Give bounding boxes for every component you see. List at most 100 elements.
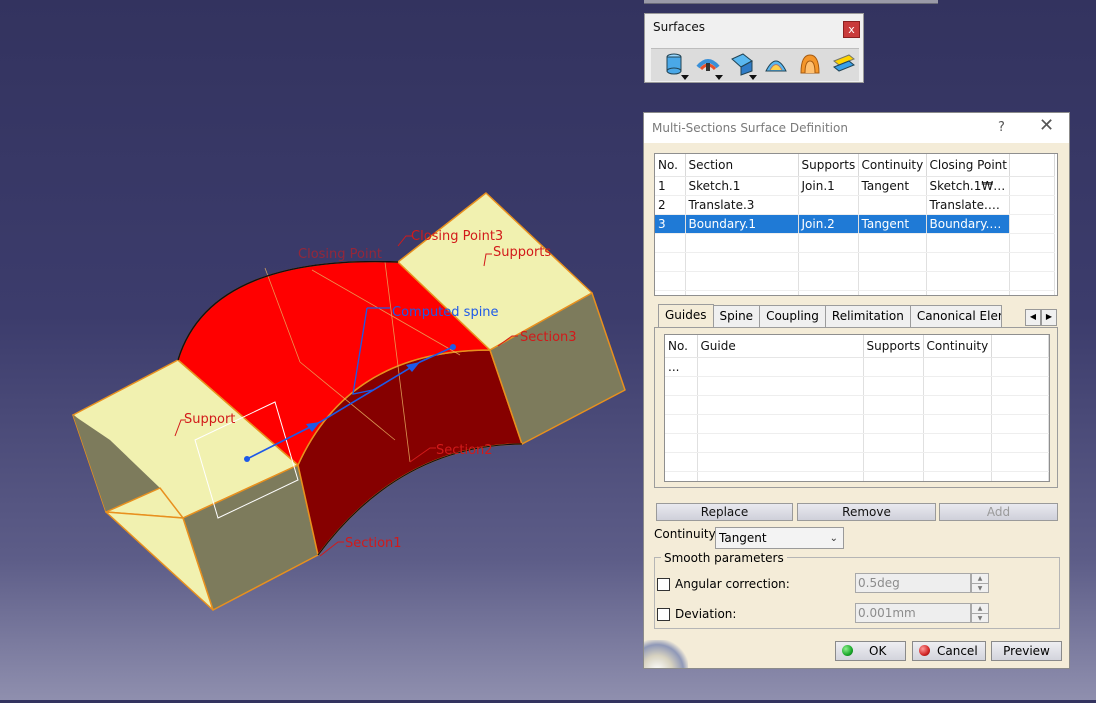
- cancel-label: Cancel: [937, 644, 978, 658]
- cell-continuity: [858, 195, 927, 215]
- col-header-guide[interactable]: Guide: [697, 335, 864, 358]
- preview-button[interactable]: Preview: [991, 641, 1062, 661]
- deviation-checkbox[interactable]: [657, 607, 670, 621]
- fill-surface-icon[interactable]: [763, 51, 791, 79]
- empty-row[interactable]: [655, 290, 1055, 295]
- cell-supports: [863, 357, 924, 377]
- empty-row[interactable]: [665, 471, 1049, 481]
- smooth-parameters-legend: Smooth parameters: [661, 551, 787, 565]
- deviation-label: Deviation:: [675, 607, 737, 621]
- col-header-continuity[interactable]: Continuity: [858, 154, 927, 177]
- label-section2: Section2: [436, 443, 493, 458]
- continuity-label: Continuity:: [654, 527, 719, 541]
- table-row-selected[interactable]: 3 Boundary.1 Join.2 Tangent Boundary.1₩.…: [655, 214, 1055, 234]
- tab-guides[interactable]: Guides: [658, 304, 714, 328]
- col-header-section[interactable]: Section: [685, 154, 799, 177]
- table-row[interactable]: 1 Sketch.1 Join.1 Tangent Sketch.1₩Ve...: [655, 176, 1055, 196]
- cell-no: 1: [655, 176, 686, 196]
- cell-section: Boundary.1: [685, 214, 799, 234]
- ok-icon: [842, 645, 853, 656]
- tab-scroll-left-icon[interactable]: ◀: [1025, 309, 1041, 326]
- ok-label: OK: [869, 644, 887, 658]
- help-button[interactable]: ?: [998, 120, 1005, 135]
- angular-correction-spinner[interactable]: ▲ ▼: [971, 573, 989, 593]
- col-header-supports[interactable]: Supports: [798, 154, 859, 177]
- cell-closing-point: Boundary.1₩...: [926, 214, 1010, 234]
- toolbar-strip: [644, 0, 938, 4]
- empty-row[interactable]: [655, 233, 1055, 253]
- tab-spine[interactable]: Spine: [712, 305, 761, 327]
- empty-row[interactable]: [665, 376, 1049, 396]
- cell-section: Sketch.1: [685, 176, 799, 196]
- multi-sections-surface-icon[interactable]: [797, 51, 825, 79]
- cancel-icon: [919, 645, 930, 656]
- angular-correction-checkbox[interactable]: [657, 577, 670, 591]
- toolbar-close-button[interactable]: x: [843, 21, 860, 38]
- col-header-no[interactable]: No.: [665, 335, 698, 358]
- label-supports: Supports: [493, 245, 551, 260]
- table-row[interactable]: 2 Translate.3 Translate.3₩...: [655, 195, 1055, 215]
- toolbar-title: Surfaces: [653, 20, 705, 34]
- toolbar-icons: [651, 48, 859, 81]
- cell-guide: [697, 357, 864, 377]
- label-section1: Section1: [345, 536, 402, 551]
- cell-no: 2: [655, 195, 686, 215]
- empty-row[interactable]: [655, 271, 1055, 291]
- continuity-select[interactable]: Tangent ⌄: [715, 527, 844, 549]
- table-row[interactable]: ...: [665, 357, 1049, 377]
- blend-surface-icon[interactable]: [831, 51, 859, 79]
- replace-button[interactable]: Replace: [656, 503, 793, 521]
- empty-row[interactable]: [665, 395, 1049, 415]
- tab-scroll-buttons: ◀ ▶: [1025, 309, 1057, 326]
- offset-surface-icon[interactable]: [695, 51, 723, 80]
- cancel-button[interactable]: Cancel: [912, 641, 986, 661]
- tab-relimitation[interactable]: Relimitation: [824, 305, 911, 327]
- sections-table: No. Section Supports Continuity Closing …: [655, 154, 1055, 295]
- multi-sections-dialog[interactable]: Multi-Sections Surface Definition ? ✕ No…: [643, 112, 1070, 669]
- ok-button[interactable]: OK: [835, 641, 906, 661]
- angular-correction-label: Angular correction:: [675, 577, 790, 591]
- tab-scroll-right-icon[interactable]: ▶: [1041, 309, 1057, 326]
- label-closing-point3: Closing Point3: [411, 229, 503, 244]
- continuity-value: Tangent: [719, 531, 767, 545]
- remove-button[interactable]: Remove: [797, 503, 936, 521]
- empty-row[interactable]: [655, 252, 1055, 272]
- surfaces-toolbar[interactable]: Surfaces x: [644, 13, 864, 83]
- angular-correction-row: Angular correction:: [657, 577, 790, 591]
- label-computed-spine: Computed spine: [392, 305, 499, 320]
- sweep-surface-icon[interactable]: [729, 51, 757, 80]
- label-support: Support: [184, 412, 235, 427]
- cell-supports: [798, 195, 859, 215]
- spin-up-icon[interactable]: ▲: [972, 574, 988, 584]
- cell-closing-point: Translate.3₩...: [926, 195, 1010, 215]
- spin-up-icon[interactable]: ▲: [972, 604, 988, 614]
- angular-correction-input[interactable]: 0.5deg: [855, 573, 971, 593]
- extrude-surface-icon[interactable]: [661, 51, 689, 80]
- empty-row[interactable]: [665, 452, 1049, 472]
- col-header-closing-point[interactable]: Closing Point: [926, 154, 1010, 177]
- add-button[interactable]: Add: [939, 503, 1058, 521]
- sections-list[interactable]: No. Section Supports Continuity Closing …: [654, 153, 1058, 296]
- col-header-supports[interactable]: Supports: [863, 335, 924, 358]
- col-header-continuity[interactable]: Continuity: [923, 335, 992, 358]
- empty-row[interactable]: [665, 414, 1049, 434]
- guides-tab-panel: No. Guide Supports Continuity ...: [654, 327, 1058, 488]
- tab-bar: Guides Spine Coupling Relimitation Canon…: [658, 304, 1002, 328]
- col-header-no[interactable]: No.: [655, 154, 686, 177]
- empty-row[interactable]: [665, 433, 1049, 453]
- preview-label: Preview: [1003, 644, 1050, 658]
- deviation-input[interactable]: 0.001mm: [855, 603, 971, 623]
- cell-closing-point: Sketch.1₩Ve...: [926, 176, 1010, 196]
- spin-down-icon[interactable]: ▼: [972, 614, 988, 623]
- cell-no: 3: [655, 214, 686, 234]
- spin-down-icon[interactable]: ▼: [972, 584, 988, 593]
- dialog-close-button[interactable]: ✕: [1039, 117, 1054, 135]
- dialog-titlebar[interactable]: Multi-Sections Surface Definition ? ✕: [644, 113, 1069, 143]
- tab-canonical-elements[interactable]: Canonical Eleme: [909, 305, 1002, 327]
- label-section3: Section3: [520, 330, 577, 345]
- guides-header-row: No. Guide Supports Continuity: [665, 335, 1049, 358]
- cell-continuity: Tangent: [858, 176, 927, 196]
- tab-coupling[interactable]: Coupling: [759, 305, 826, 327]
- deviation-spinner[interactable]: ▲ ▼: [971, 603, 989, 623]
- guides-list[interactable]: No. Guide Supports Continuity ...: [664, 334, 1050, 482]
